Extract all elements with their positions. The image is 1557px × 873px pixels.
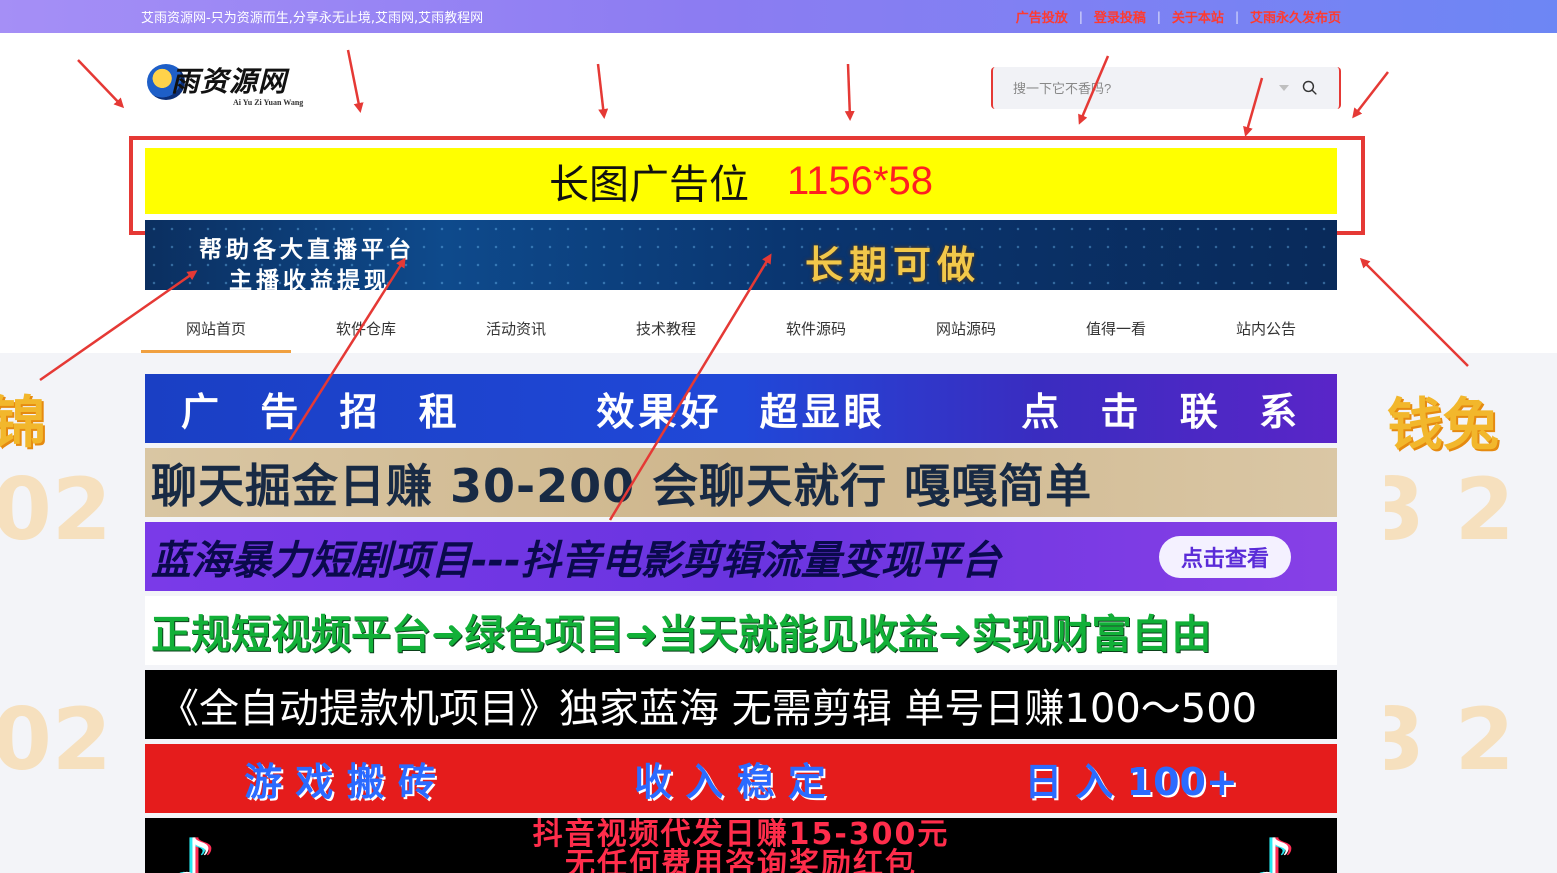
nav-item-worth-seeing[interactable]: 值得一看 — [1041, 303, 1191, 353]
banner-text: 聊天掘金日赚 30-200 会聊天就行 嘎嘎简单 — [151, 458, 1093, 513]
nav-item-website-source[interactable]: 网站源码 — [891, 303, 1041, 353]
banner-text: 《全自动提款机项目》独家蓝海 无需剪辑 单号日赚100～500 — [159, 685, 1258, 732]
decoration-character: 锦 — [0, 390, 46, 456]
left-decoration: 锦 02 02 — [0, 370, 160, 830]
banner-text: 效果好 超显眼 — [596, 390, 886, 434]
banner-text: 游 戏 搬 砖 — [244, 760, 436, 804]
dropdown-caret-icon[interactable] — [1279, 85, 1289, 91]
banner-text-block: 抖音视频代发日赚15-300元 无任何费用咨询奖励红包 — [533, 820, 950, 873]
logo-text: 雨资源网 — [171, 65, 288, 98]
link-about[interactable]: 关于本站 — [1172, 7, 1224, 26]
banner-douyin[interactable]: ♪ 抖音视频代发日赚15-300元 无任何费用咨询奖励红包 ♪ — [145, 818, 1337, 873]
live-ad-slogan: 长期可做 — [805, 243, 982, 287]
live-ad-line2: 主播收益提现 — [229, 268, 391, 290]
banner-text: 广 告 招 租 — [181, 390, 461, 434]
live-ad-line1: 帮助各大直播平台 — [199, 237, 415, 263]
decoration-number: 3 2 — [1385, 460, 1515, 560]
nav-item-announcements[interactable]: 站内公告 — [1191, 303, 1341, 353]
link-login-submit[interactable]: 登录投稿 — [1094, 7, 1146, 26]
tiktok-logo-icon: ♪ — [175, 826, 214, 873]
banner-game-farming[interactable]: 游 戏 搬 砖 收 入 稳 定 日 入 100+ — [145, 744, 1337, 813]
nav-item-software[interactable]: 软件仓库 — [291, 303, 441, 353]
site-logo[interactable]: 雨资源网 Ai Yu Zi Yuan Wang — [145, 58, 315, 112]
logo-subtitle: Ai Yu Zi Yuan Wang — [233, 98, 304, 107]
banner-text: 无任何费用咨询奖励红包 — [564, 847, 917, 873]
search-icon[interactable] — [1301, 79, 1318, 96]
banner-text: 日 入 100+ — [1024, 760, 1238, 804]
top-links: 广告投放 | 登录投稿 | 关于本站 | 艾雨永久发布页 — [1016, 7, 1341, 27]
ad-slot-size: 1156*58 — [786, 158, 934, 203]
banner-text: 点 击 联 系 — [1021, 390, 1301, 434]
decoration-number: 3 2 — [1385, 690, 1515, 790]
top-bar: 艾雨资源网-只为资源而生,分享永无止境,艾雨网,艾雨教程网 广告投放 | 登录投… — [0, 0, 1557, 33]
right-decoration: 钱兔 3 2 3 2 — [1385, 370, 1557, 830]
banner-short-video[interactable]: 正规短视频平台➜绿色项目➜当天就能见收益➜实现财富自由 — [145, 596, 1337, 665]
search-input[interactable] — [1013, 78, 1263, 98]
site-slogan: 艾雨资源网-只为资源而生,分享永无止境,艾雨网,艾雨教程网 — [141, 11, 484, 26]
banner-text: 抖音视频代发日赚15-300元 — [532, 818, 950, 852]
decoration-character: 钱兔 — [1387, 392, 1499, 458]
nav-item-home[interactable]: 网站首页 — [141, 303, 291, 353]
decoration-number: 02 — [0, 690, 112, 790]
link-permanent-url[interactable]: 艾雨永久发布页 — [1250, 7, 1341, 26]
divider: | — [1078, 9, 1083, 24]
view-details-button[interactable]: 点击查看 — [1159, 536, 1291, 578]
nav-item-tutorials[interactable]: 技术教程 — [591, 303, 741, 353]
banner-ad-rent[interactable]: 广 告 招 租 效果好 超显眼 点 击 联 系 — [145, 374, 1337, 443]
link-advertise[interactable]: 广告投放 — [1016, 7, 1068, 26]
banner-text: 蓝海暴力短剧项目---抖音电影剪辑流量变现平台 — [151, 537, 1001, 584]
ad-slot-banner[interactable]: 长图广告位 1156*58 — [145, 148, 1337, 214]
banner-text: 正规短视频平台➜绿色项目➜当天就能见收益➜实现财富自由 — [151, 611, 1212, 658]
decoration-number: 02 — [0, 460, 112, 560]
ad-slot-label: 长图广告位 — [548, 162, 749, 208]
live-stream-ad[interactable]: 帮助各大直播平台 主播收益提现 长期可做 — [145, 220, 1337, 290]
banner-text: 收 入 稳 定 — [634, 760, 826, 804]
main-nav: 网站首页 软件仓库 活动资讯 技术教程 软件源码 网站源码 值得一看 站内公告 — [141, 303, 1341, 353]
search-box — [991, 67, 1341, 109]
divider: | — [1156, 9, 1161, 24]
nav-item-news[interactable]: 活动资讯 — [441, 303, 591, 353]
banner-chat-earn[interactable]: 聊天掘金日赚 30-200 会聊天就行 嘎嘎简单 — [145, 448, 1337, 517]
nav-item-software-source[interactable]: 软件源码 — [741, 303, 891, 353]
banner-atm-project[interactable]: 《全自动提款机项目》独家蓝海 无需剪辑 单号日赚100～500 — [145, 670, 1337, 739]
divider: | — [1234, 9, 1239, 24]
banner-short-drama[interactable]: 蓝海暴力短剧项目---抖音电影剪辑流量变现平台 点击查看 — [145, 522, 1337, 591]
tiktok-logo-icon: ♪ — [1255, 826, 1294, 873]
